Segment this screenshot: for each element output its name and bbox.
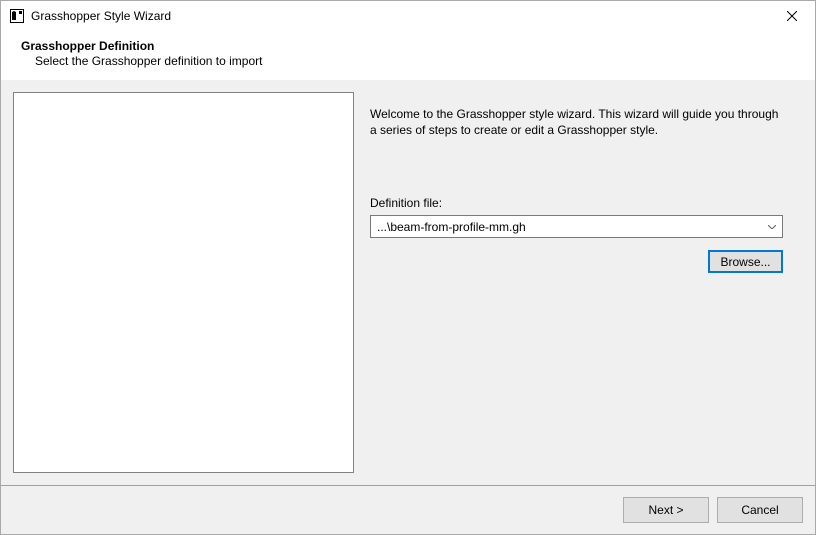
cancel-button[interactable]: Cancel (717, 497, 803, 523)
browse-row: Browse... (370, 250, 783, 273)
content-panel: Welcome to the Grasshopper style wizard.… (364, 92, 803, 473)
titlebar: Grasshopper Style Wizard (1, 1, 815, 31)
window-title: Grasshopper Style Wizard (31, 9, 769, 23)
browse-button[interactable]: Browse... (708, 250, 783, 273)
wizard-header: Grasshopper Definition Select the Grassh… (1, 31, 815, 80)
header-title: Grasshopper Definition (21, 39, 805, 53)
welcome-text: Welcome to the Grasshopper style wizard.… (370, 106, 783, 138)
close-button[interactable] (769, 1, 815, 31)
definition-file-value: ...\beam-from-profile-mm.gh (377, 220, 763, 234)
chevron-down-icon (763, 216, 780, 237)
wizard-window: Grasshopper Style Wizard Grasshopper Def… (0, 0, 816, 535)
wizard-footer: Next > Cancel (1, 485, 815, 534)
close-icon (787, 11, 797, 21)
wizard-body: Welcome to the Grasshopper style wizard.… (1, 80, 815, 485)
preview-panel (13, 92, 354, 473)
definition-file-combobox[interactable]: ...\beam-from-profile-mm.gh (370, 215, 783, 238)
next-button[interactable]: Next > (623, 497, 709, 523)
app-icon (9, 8, 25, 24)
definition-file-label: Definition file: (370, 196, 783, 210)
header-subtitle: Select the Grasshopper definition to imp… (21, 54, 805, 68)
